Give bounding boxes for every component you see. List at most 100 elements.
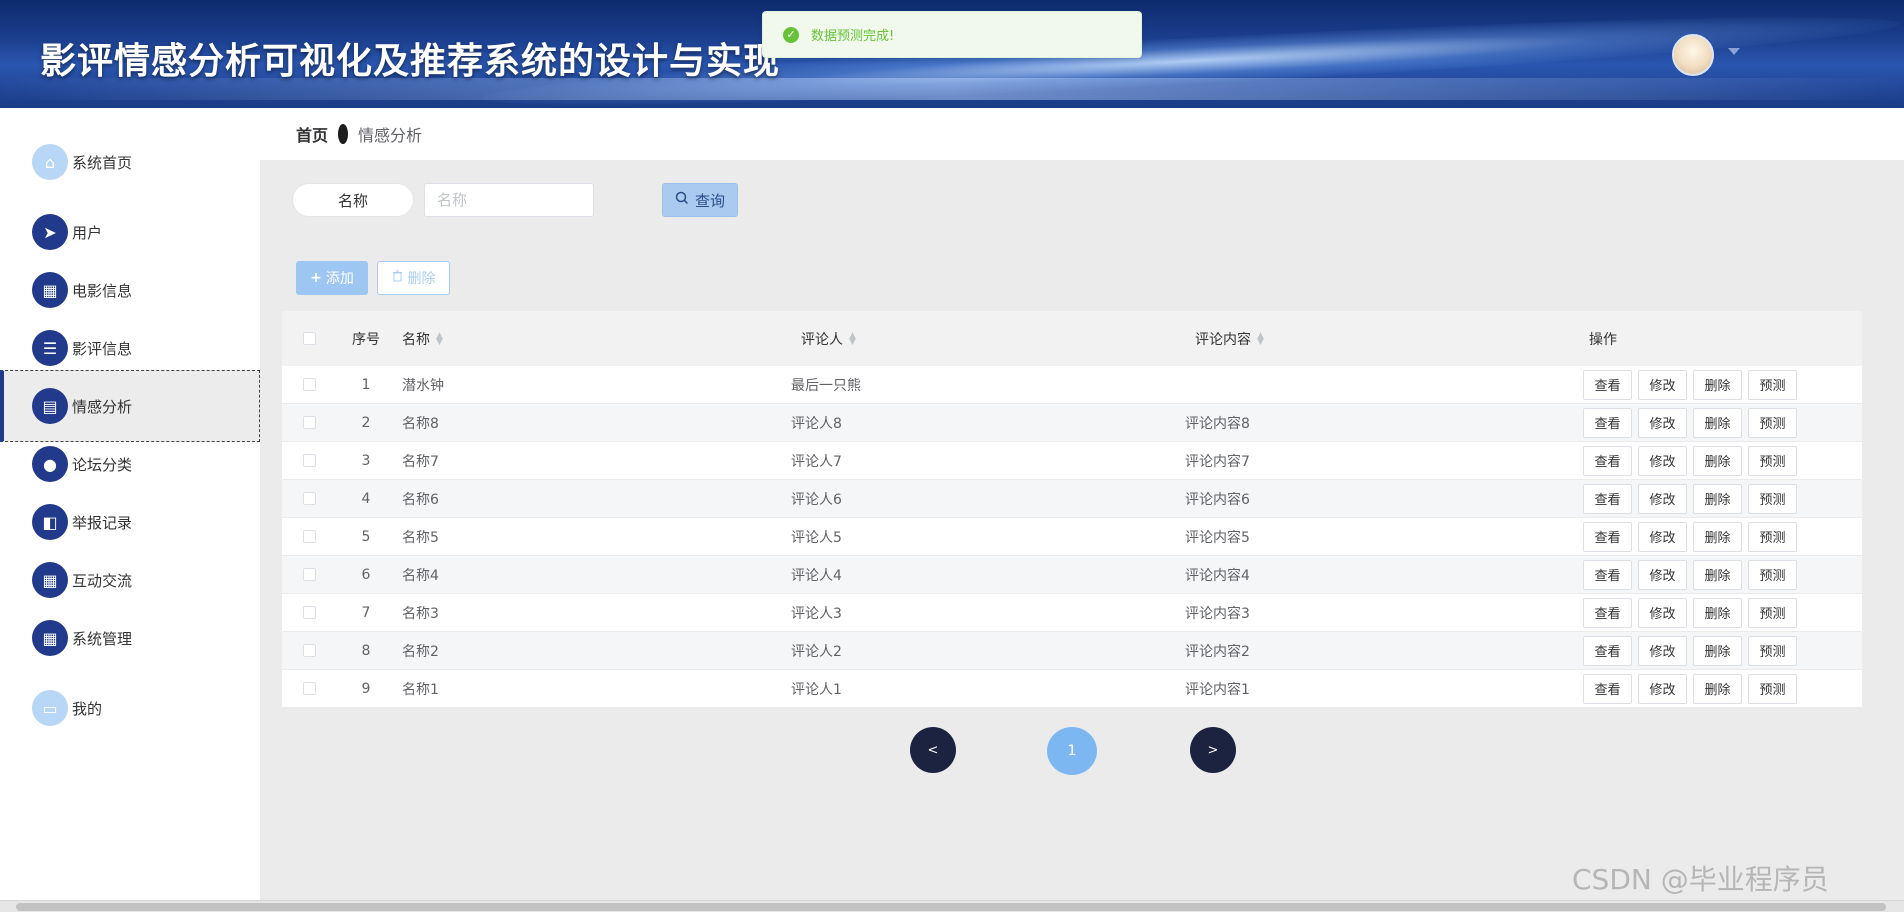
table-row[interactable]: 6 名称4 评论人4 评论内容4 查看 修改 删除 预测: [282, 556, 1862, 594]
cell-index: 5: [361, 528, 371, 545]
view-button[interactable]: 查看: [1583, 445, 1632, 476]
predict-button[interactable]: 预测: [1748, 559, 1797, 590]
row-checkbox[interactable]: [302, 644, 316, 657]
delete-button[interactable]: 删除: [1693, 673, 1742, 704]
delete-button[interactable]: 删除: [1693, 369, 1742, 400]
cell-reviewer: 评论人6: [791, 491, 842, 508]
sort-icon[interactable]: ▲ ▼: [849, 331, 856, 346]
clipboard-icon: ▤: [32, 388, 68, 424]
sidebar-item[interactable]: ▭ 我的: [0, 672, 260, 744]
row-select-cell: [282, 568, 336, 581]
predict-button[interactable]: 预测: [1748, 673, 1797, 704]
row-checkbox[interactable]: [302, 416, 316, 429]
predict-button[interactable]: 预测: [1748, 369, 1797, 400]
header-reviewer[interactable]: 评论人 ▲ ▼: [791, 329, 1185, 349]
delete-button[interactable]: 删除: [1693, 445, 1742, 476]
table-row[interactable]: 8 名称2 评论人2 评论内容2 查看 修改 删除 预测: [282, 632, 1862, 670]
cell-index: 9: [361, 680, 371, 697]
view-button[interactable]: 查看: [1583, 407, 1632, 438]
row-checkbox[interactable]: [302, 606, 316, 619]
delete-button[interactable]: 删除: [1693, 521, 1742, 552]
cell-name: 名称1: [402, 681, 439, 698]
row-checkbox[interactable]: [302, 378, 316, 391]
cell-operations: 查看 修改 删除 预测: [1579, 635, 1862, 666]
delete-button[interactable]: 删除: [1693, 597, 1742, 628]
header-name[interactable]: 名称 ▲ ▼: [396, 329, 791, 349]
row-select-cell: [282, 530, 336, 543]
header-index: 序号: [352, 331, 380, 348]
select-all-cell: [282, 332, 336, 345]
table-row[interactable]: 3 名称7 评论人7 评论内容7 查看 修改 删除 预测: [282, 442, 1862, 480]
delete-button[interactable]: 删除: [1693, 559, 1742, 590]
predict-button[interactable]: 预测: [1748, 483, 1797, 514]
header-content-label: 评论内容: [1195, 331, 1251, 348]
table-row[interactable]: 9 名称1 评论人1 评论内容1 查看 修改 删除 预测: [282, 670, 1862, 708]
sidebar-item-label: 互动交流: [72, 571, 133, 590]
query-button[interactable]: 查询: [662, 183, 738, 217]
breadcrumb-current: 情感分析: [358, 126, 423, 145]
table-row[interactable]: 7 名称3 评论人3 评论内容3 查看 修改 删除 预测: [282, 594, 1862, 632]
table-row[interactable]: 1 潜水钟 最后一只熊 查看 修改 删除 预测: [282, 366, 1862, 404]
chevron-down-icon[interactable]: [1728, 48, 1740, 55]
view-button[interactable]: 查看: [1583, 483, 1632, 514]
row-checkbox[interactable]: [302, 682, 316, 695]
select-all-checkbox[interactable]: [302, 332, 316, 345]
table-row[interactable]: 4 名称6 评论人6 评论内容6 查看 修改 删除 预测: [282, 480, 1862, 518]
header-ops: 操作: [1589, 331, 1617, 348]
add-button[interactable]: + 添加: [296, 261, 368, 295]
edit-button[interactable]: 修改: [1638, 559, 1687, 590]
edit-button[interactable]: 修改: [1638, 445, 1687, 476]
sort-icon[interactable]: ▲ ▼: [436, 331, 443, 346]
view-button[interactable]: 查看: [1583, 635, 1632, 666]
row-checkbox[interactable]: [302, 454, 316, 467]
app-title: 影评情感分析可视化及推荐系统的设计与实现: [40, 41, 781, 82]
sidebar-item[interactable]: ⌂ 系统首页: [0, 126, 260, 198]
edit-button[interactable]: 修改: [1638, 597, 1687, 628]
predict-button[interactable]: 预测: [1748, 521, 1797, 552]
view-button[interactable]: 查看: [1583, 597, 1632, 628]
delete-button[interactable]: 删除: [1693, 407, 1742, 438]
cell-reviewer: 评论人1: [791, 681, 842, 698]
delete-button[interactable]: 删除: [1693, 483, 1742, 514]
horizontal-scrollbar[interactable]: [0, 900, 1904, 912]
edit-button[interactable]: 修改: [1638, 407, 1687, 438]
scrollbar-thumb[interactable]: [16, 903, 1886, 911]
row-checkbox[interactable]: [302, 568, 316, 581]
row-checkbox[interactable]: [302, 492, 316, 505]
predict-button[interactable]: 预测: [1748, 445, 1797, 476]
sort-icon[interactable]: ▲ ▼: [1257, 331, 1264, 346]
view-button[interactable]: 查看: [1583, 673, 1632, 704]
view-button[interactable]: 查看: [1583, 559, 1632, 590]
page-number-button[interactable]: 1: [1047, 727, 1097, 775]
view-button[interactable]: 查看: [1583, 521, 1632, 552]
cell-reviewer: 最后一只熊: [791, 377, 861, 394]
user-avatar[interactable]: [1672, 34, 1714, 76]
predict-button[interactable]: 预测: [1748, 635, 1797, 666]
edit-button[interactable]: 修改: [1638, 369, 1687, 400]
row-checkbox[interactable]: [302, 530, 316, 543]
header-content[interactable]: 评论内容 ▲ ▼: [1185, 329, 1579, 349]
header-reviewer-label: 评论人: [801, 331, 843, 348]
row-select-cell: [282, 644, 336, 657]
cell-content: 评论内容3: [1185, 605, 1250, 622]
edit-button[interactable]: 修改: [1638, 635, 1687, 666]
breadcrumb-home[interactable]: 首页: [296, 122, 328, 146]
next-page-button[interactable]: >: [1190, 727, 1236, 773]
batch-delete-button[interactable]: 删除: [377, 261, 450, 295]
check-circle-icon: ✓: [783, 26, 799, 43]
view-button[interactable]: 查看: [1583, 369, 1632, 400]
table-row[interactable]: 5 名称5 评论人5 评论内容5 查看 修改 删除 预测: [282, 518, 1862, 556]
toast-message: 数据预测完成!: [811, 29, 895, 44]
sidebar-item[interactable]: ▦ 系统管理: [0, 602, 260, 674]
edit-button[interactable]: 修改: [1638, 673, 1687, 704]
search-input[interactable]: [424, 183, 594, 217]
table-row[interactable]: 2 名称8 评论人8 评论内容8 查看 修改 删除 预测: [282, 404, 1862, 442]
sidebar-item-label: 系统管理: [72, 629, 133, 648]
edit-button[interactable]: 修改: [1638, 521, 1687, 552]
predict-button[interactable]: 预测: [1748, 597, 1797, 628]
prev-page-button[interactable]: <: [910, 727, 956, 773]
trash-icon: [392, 270, 403, 286]
predict-button[interactable]: 预测: [1748, 407, 1797, 438]
edit-button[interactable]: 修改: [1638, 483, 1687, 514]
delete-button[interactable]: 删除: [1693, 635, 1742, 666]
